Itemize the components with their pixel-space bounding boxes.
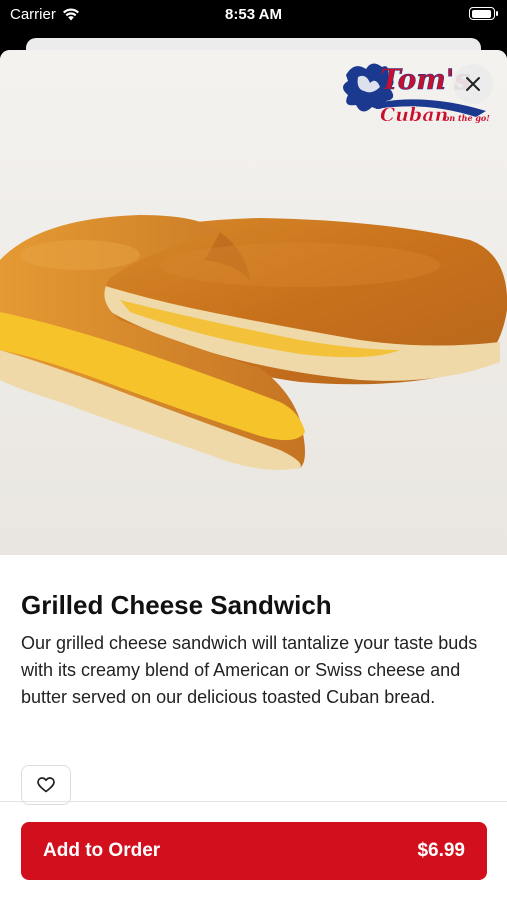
logo-line2: Cuban xyxy=(380,104,448,126)
status-bar: Carrier 8:53 AM xyxy=(0,0,507,40)
footer-divider xyxy=(0,801,507,802)
heart-icon xyxy=(37,777,55,793)
status-time: 8:53 AM xyxy=(225,6,282,23)
close-button[interactable] xyxy=(453,64,493,104)
favorite-button[interactable] xyxy=(21,765,71,805)
logo-tagline: on the go! xyxy=(444,113,490,123)
add-to-order-button[interactable]: Add to Order $6.99 xyxy=(21,822,487,880)
item-title: Grilled Cheese Sandwich xyxy=(21,590,332,620)
add-to-order-label: Add to Order xyxy=(43,840,161,861)
close-icon xyxy=(466,77,480,91)
item-description: Our grilled cheese sandwich will tantali… xyxy=(21,633,478,707)
battery-icon xyxy=(469,7,498,20)
item-detail-sheet: Tom's Cuban on the go! Grilled Cheese Sa… xyxy=(0,50,507,900)
item-price: $6.99 xyxy=(417,840,465,861)
